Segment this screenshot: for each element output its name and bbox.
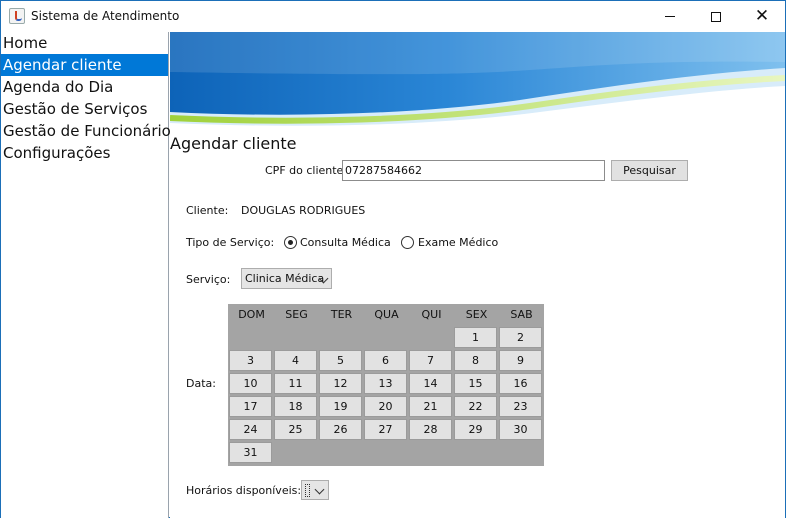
calendar-day-20[interactable]: 20 — [364, 396, 407, 417]
consulta-medica-label[interactable]: Consulta Médica — [300, 236, 391, 249]
sidebar-item-gestao-de-servicos[interactable]: Gestão de Serviços — [1, 98, 168, 120]
calendar-day-25[interactable]: 25 — [274, 419, 317, 440]
calendar-day-14[interactable]: 14 — [409, 373, 452, 394]
client-label: Cliente: — [186, 204, 229, 217]
calendar-day-1[interactable]: 1 — [454, 327, 497, 348]
sidebar-menu: Home Agendar cliente Agenda do Dia Gestã… — [1, 32, 179, 518]
calendar-day-26[interactable]: 26 — [319, 419, 362, 440]
service-type-label: Tipo de Serviço: — [186, 236, 275, 249]
available-hours-label: Horários disponíveis: — [186, 484, 302, 497]
calendar-day-22[interactable]: 22 — [454, 396, 497, 417]
calendar-day-8[interactable]: 8 — [454, 350, 497, 371]
weekday-header-sex: SEX — [465, 308, 488, 321]
calendar-grid: DOM SEG TER QUA QUI SEX SAB 1 2 3 4 5 6 7 8 9 10 11 12 13 14… — [228, 304, 544, 466]
calendar-day-15[interactable]: 15 — [454, 373, 497, 394]
calendar-day-16[interactable]: 16 — [499, 373, 542, 394]
minimize-button[interactable] — [647, 1, 693, 32]
calendar-day-5[interactable]: 5 — [319, 350, 362, 371]
calendar-day-2[interactable]: 2 — [499, 327, 542, 348]
sidebar-item-gestao-de-funcionarios[interactable]: Gestão de Funcionários — [1, 120, 179, 142]
client-name: DOUGLAS RODRIGUES — [241, 204, 366, 217]
calendar-day-23[interactable]: 23 — [499, 396, 542, 417]
close-icon: ✕ — [754, 6, 770, 26]
sidebar-item-configuracoes[interactable]: Configurações — [1, 142, 168, 164]
weekday-header-seg: SEG — [285, 308, 308, 321]
available-hours-select[interactable] — [301, 480, 329, 500]
calendar-day-10[interactable]: 10 — [229, 373, 272, 394]
weekday-header-qui: QUI — [421, 308, 442, 321]
calendar-day-29[interactable]: 29 — [454, 419, 497, 440]
calendar-day-13[interactable]: 13 — [364, 373, 407, 394]
sidebar-item-agendar-cliente[interactable]: Agendar cliente — [1, 54, 168, 76]
page-title: Agendar cliente — [170, 134, 297, 153]
calendar-day-27[interactable]: 27 — [364, 419, 407, 440]
window-title: Sistema de Atendimento — [31, 9, 180, 23]
java-app-icon — [9, 8, 25, 24]
empty-value-focus — [305, 484, 310, 497]
calendar-day-4[interactable]: 4 — [274, 350, 317, 371]
calendar-day-30[interactable]: 30 — [499, 419, 542, 440]
consulta-medica-radio[interactable] — [284, 236, 297, 249]
service-label: Serviço: — [186, 273, 231, 286]
calendar-day-7[interactable]: 7 — [409, 350, 452, 371]
calendar-day-28[interactable]: 28 — [409, 419, 452, 440]
calendar-day-17[interactable]: 17 — [229, 396, 272, 417]
weekday-header-sab: SAB — [510, 308, 533, 321]
service-select[interactable]: Clinica Médica — [241, 268, 332, 289]
maximize-icon — [711, 11, 721, 22]
calendar-day-11[interactable]: 11 — [274, 373, 317, 394]
exame-medico-radio[interactable] — [401, 236, 414, 249]
header-banner — [170, 32, 785, 127]
close-button[interactable]: ✕ — [739, 1, 785, 32]
main-content: Agendar cliente CPF do cliente: Pesquisa… — [170, 32, 785, 518]
calendar-day-6[interactable]: 6 — [364, 350, 407, 371]
cpf-label: CPF do cliente: — [265, 164, 348, 177]
app-window: Sistema de Atendimento ✕ Home Agendar cl… — [0, 0, 786, 518]
date-label: Data: — [186, 377, 216, 390]
calendar-day-18[interactable]: 18 — [274, 396, 317, 417]
exame-medico-label[interactable]: Exame Médico — [418, 236, 498, 249]
calendar-day-31[interactable]: 31 — [229, 442, 272, 463]
calendar-day-24[interactable]: 24 — [229, 419, 272, 440]
weekday-header-qua: QUA — [374, 308, 399, 321]
service-select-value: Clinica Médica — [245, 272, 325, 285]
weekday-header-ter: TER — [330, 308, 353, 321]
calendar-day-21[interactable]: 21 — [409, 396, 452, 417]
sidebar-item-agenda-do-dia[interactable]: Agenda do Dia — [1, 76, 168, 98]
search-button[interactable]: Pesquisar — [611, 160, 688, 181]
minimize-icon — [665, 16, 675, 17]
calendar-day-9[interactable]: 9 — [499, 350, 542, 371]
title-bar: Sistema de Atendimento ✕ — [1, 1, 785, 32]
chevron-down-icon — [314, 484, 325, 495]
weekday-header-dom: DOM — [238, 308, 265, 321]
sidebar-item-home[interactable]: Home — [1, 32, 168, 54]
maximize-button[interactable] — [693, 1, 739, 32]
calendar-day-3[interactable]: 3 — [229, 350, 272, 371]
calendar-day-19[interactable]: 19 — [319, 396, 362, 417]
calendar-day-12[interactable]: 12 — [319, 373, 362, 394]
cpf-input[interactable] — [342, 160, 605, 181]
